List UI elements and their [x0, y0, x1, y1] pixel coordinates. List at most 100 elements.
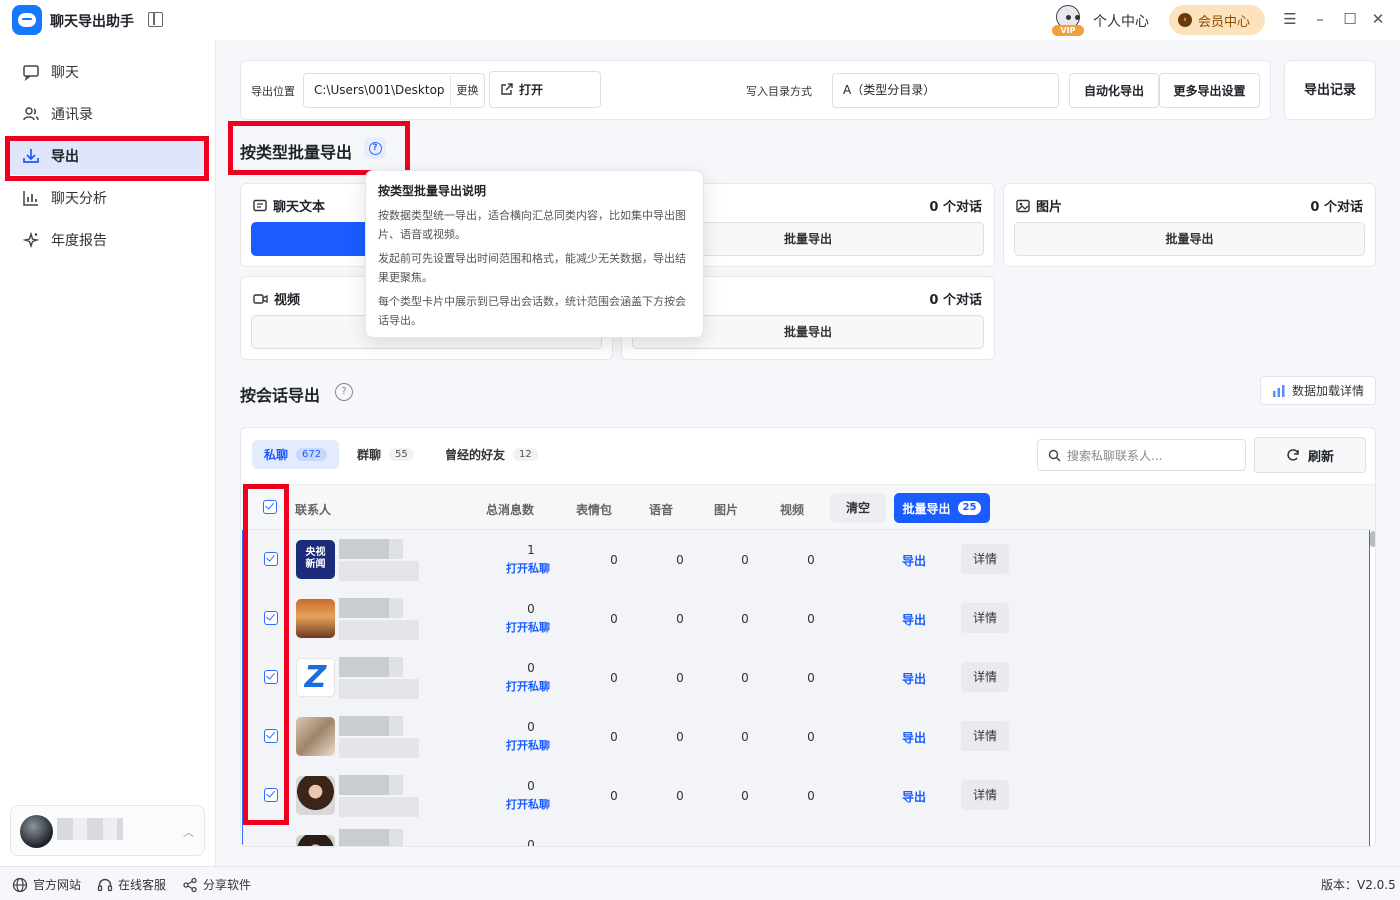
write-mode-select[interactable]: A（类型分目录）: [832, 73, 1059, 108]
vip-avatar[interactable]: VIP: [1052, 5, 1084, 36]
title-bar: 聊天导出助手 VIP 个人中心 › 会员中心 ☰ – ☐ ✕: [0, 0, 1400, 40]
open-private-chat-link[interactable]: 打开私聊: [506, 737, 550, 753]
vip-badge: VIP: [1052, 25, 1084, 36]
open-private-chat-link[interactable]: 打开私聊: [506, 619, 550, 635]
table-scrollbar[interactable]: [1370, 531, 1375, 547]
row-detail-button[interactable]: 详情: [961, 544, 1009, 574]
share-software-link[interactable]: 分享软件: [182, 876, 251, 893]
personal-center-link[interactable]: 个人中心: [1093, 11, 1149, 31]
table-row[interactable]: 0 打开私聊 0 0 0 0 导出 详情: [243, 766, 1370, 825]
arrow-right-icon: ›: [1178, 13, 1192, 27]
auto-export-button[interactable]: 自动化导出: [1069, 73, 1159, 108]
sidebar-collapse-icon[interactable]: [148, 12, 163, 27]
share-label: 分享软件: [203, 878, 252, 892]
column-video: 视频: [780, 503, 805, 517]
refresh-icon: [1287, 449, 1299, 461]
table-row[interactable]: 央视 新闻 1 打开私聊 0 0 0 0 导出 详情: [243, 530, 1370, 589]
row-export-link[interactable]: 导出: [902, 670, 926, 687]
row-export-link[interactable]: 导出: [902, 729, 926, 746]
batch-export-selected-button[interactable]: 批量导出 25: [894, 493, 990, 523]
export-path-field[interactable]: C:\Users\001\Desktop 更换: [303, 73, 485, 108]
row-detail-button[interactable]: 详情: [961, 662, 1009, 692]
member-center-label: 会员中心: [1198, 14, 1251, 30]
sidebar-item-label: 聊天: [51, 65, 79, 81]
external-link-icon: [501, 83, 513, 95]
sidebar-item-chat[interactable]: 聊天: [8, 53, 206, 91]
sparkle-icon: [22, 231, 40, 249]
close-icon[interactable]: ✕: [1370, 11, 1386, 27]
table-row[interactable]: 0 打开私聊 0 0 0 0 导出 详情: [243, 707, 1370, 766]
open-private-chat-link[interactable]: 打开私聊: [506, 678, 550, 694]
card-title: 图片: [1016, 196, 1062, 215]
video-icon: [253, 293, 268, 304]
refresh-button[interactable]: 刷新: [1254, 437, 1366, 473]
sidebar-item-annual-report[interactable]: 年度报告: [8, 221, 206, 259]
app-logo: [12, 5, 42, 35]
row-export-link[interactable]: 导出: [902, 552, 926, 569]
batch-export-button[interactable]: 批量导出: [1014, 222, 1365, 256]
tab-former-friends[interactable]: 曾经的好友 12: [433, 440, 550, 469]
table-row[interactable]: 0 打开私聊 0 0 0 0 导出 详情: [243, 589, 1370, 648]
export-record-button[interactable]: 导出记录: [1284, 60, 1376, 120]
menu-icon[interactable]: ☰: [1282, 11, 1298, 27]
tab-group-chat[interactable]: 群聊 55: [345, 440, 426, 469]
total-messages: 1: [527, 543, 535, 557]
contact-name-redacted: [339, 716, 473, 760]
more-export-settings-button[interactable]: 更多导出设置: [1159, 73, 1260, 108]
help-icon[interactable]: ?: [335, 383, 353, 401]
voice-count: 0: [676, 671, 684, 685]
export-path-value: C:\Users\001\Desktop: [314, 83, 445, 97]
official-website-link[interactable]: 官方网站: [12, 876, 81, 893]
member-center-button[interactable]: › 会员中心: [1169, 5, 1265, 35]
sidebar-item-chat-analysis[interactable]: 聊天分析: [8, 179, 206, 217]
open-private-chat-link[interactable]: 打开私聊: [506, 560, 550, 576]
share-icon: [183, 877, 197, 892]
headset-icon: [97, 878, 113, 891]
version-label: 版本：V2.0.5: [1321, 878, 1396, 892]
image-count: 0: [741, 553, 749, 567]
bar-chart-icon: [23, 191, 38, 206]
voice-count: 0: [676, 612, 684, 626]
change-path-button[interactable]: 更换: [450, 75, 484, 106]
batch-export-button[interactable]: [251, 222, 371, 256]
sidebar-item-contacts[interactable]: 通讯录: [8, 95, 206, 133]
chevron-up-icon: ︿: [183, 826, 194, 839]
open-private-chat-link[interactable]: 打开私聊: [506, 796, 550, 812]
contact-name-redacted: [339, 539, 473, 583]
row-detail-button[interactable]: 详情: [961, 721, 1009, 751]
tooltip-paragraph: 每个类型卡片中展示到已导出会话数，统计范围会涵盖下方按会话导出。: [378, 295, 686, 327]
refresh-label: 刷新: [1307, 449, 1334, 465]
tooltip-paragraph: 发起前可先设置导出时间范围和格式，能减少无关数据，导出结果更聚焦。: [378, 252, 686, 284]
card-count: 0 个对话: [1310, 200, 1363, 215]
row-detail-button[interactable]: 详情: [961, 780, 1009, 810]
clear-selection-button[interactable]: 清空: [830, 493, 886, 523]
data-load-label: 数据加载详情: [1291, 384, 1364, 398]
table-row[interactable]: 0: [243, 825, 1370, 847]
contacts-icon: [23, 107, 39, 121]
search-placeholder: 搜索私聊联系人...: [1067, 448, 1163, 463]
data-load-details-button[interactable]: 数据加载详情: [1260, 376, 1376, 405]
minimize-icon[interactable]: –: [1312, 11, 1328, 27]
user-profile-card[interactable]: ︿: [10, 805, 205, 856]
online-support-link[interactable]: 在线客服: [97, 876, 166, 893]
tab-private-chat[interactable]: 私聊 672: [252, 440, 340, 469]
open-folder-button[interactable]: 打开: [489, 71, 601, 108]
search-input[interactable]: 搜索私聊联系人...: [1037, 439, 1246, 471]
message-icon: [253, 199, 267, 211]
type-card-image: 图片 0 个对话 批量导出: [1003, 183, 1376, 267]
tab-count: 672: [296, 448, 328, 461]
avatar: [20, 815, 53, 848]
tab-label: 私聊: [264, 448, 289, 462]
column-total-messages: 总消息数: [486, 503, 535, 517]
table-row[interactable]: Z 0 打开私聊 0 0 0 0 导出 详情: [243, 648, 1370, 707]
maximize-icon[interactable]: ☐: [1342, 11, 1358, 27]
image-count: 0: [741, 730, 749, 744]
card-title: 视频: [253, 289, 300, 308]
row-export-link[interactable]: 导出: [902, 788, 926, 805]
total-messages: 0: [527, 602, 535, 616]
row-detail-button[interactable]: 详情: [961, 603, 1009, 633]
row-export-link[interactable]: 导出: [902, 611, 926, 628]
tab-label: 曾经的好友: [445, 448, 506, 462]
total-messages: 0: [527, 838, 535, 847]
voice-count: 0: [676, 730, 684, 744]
